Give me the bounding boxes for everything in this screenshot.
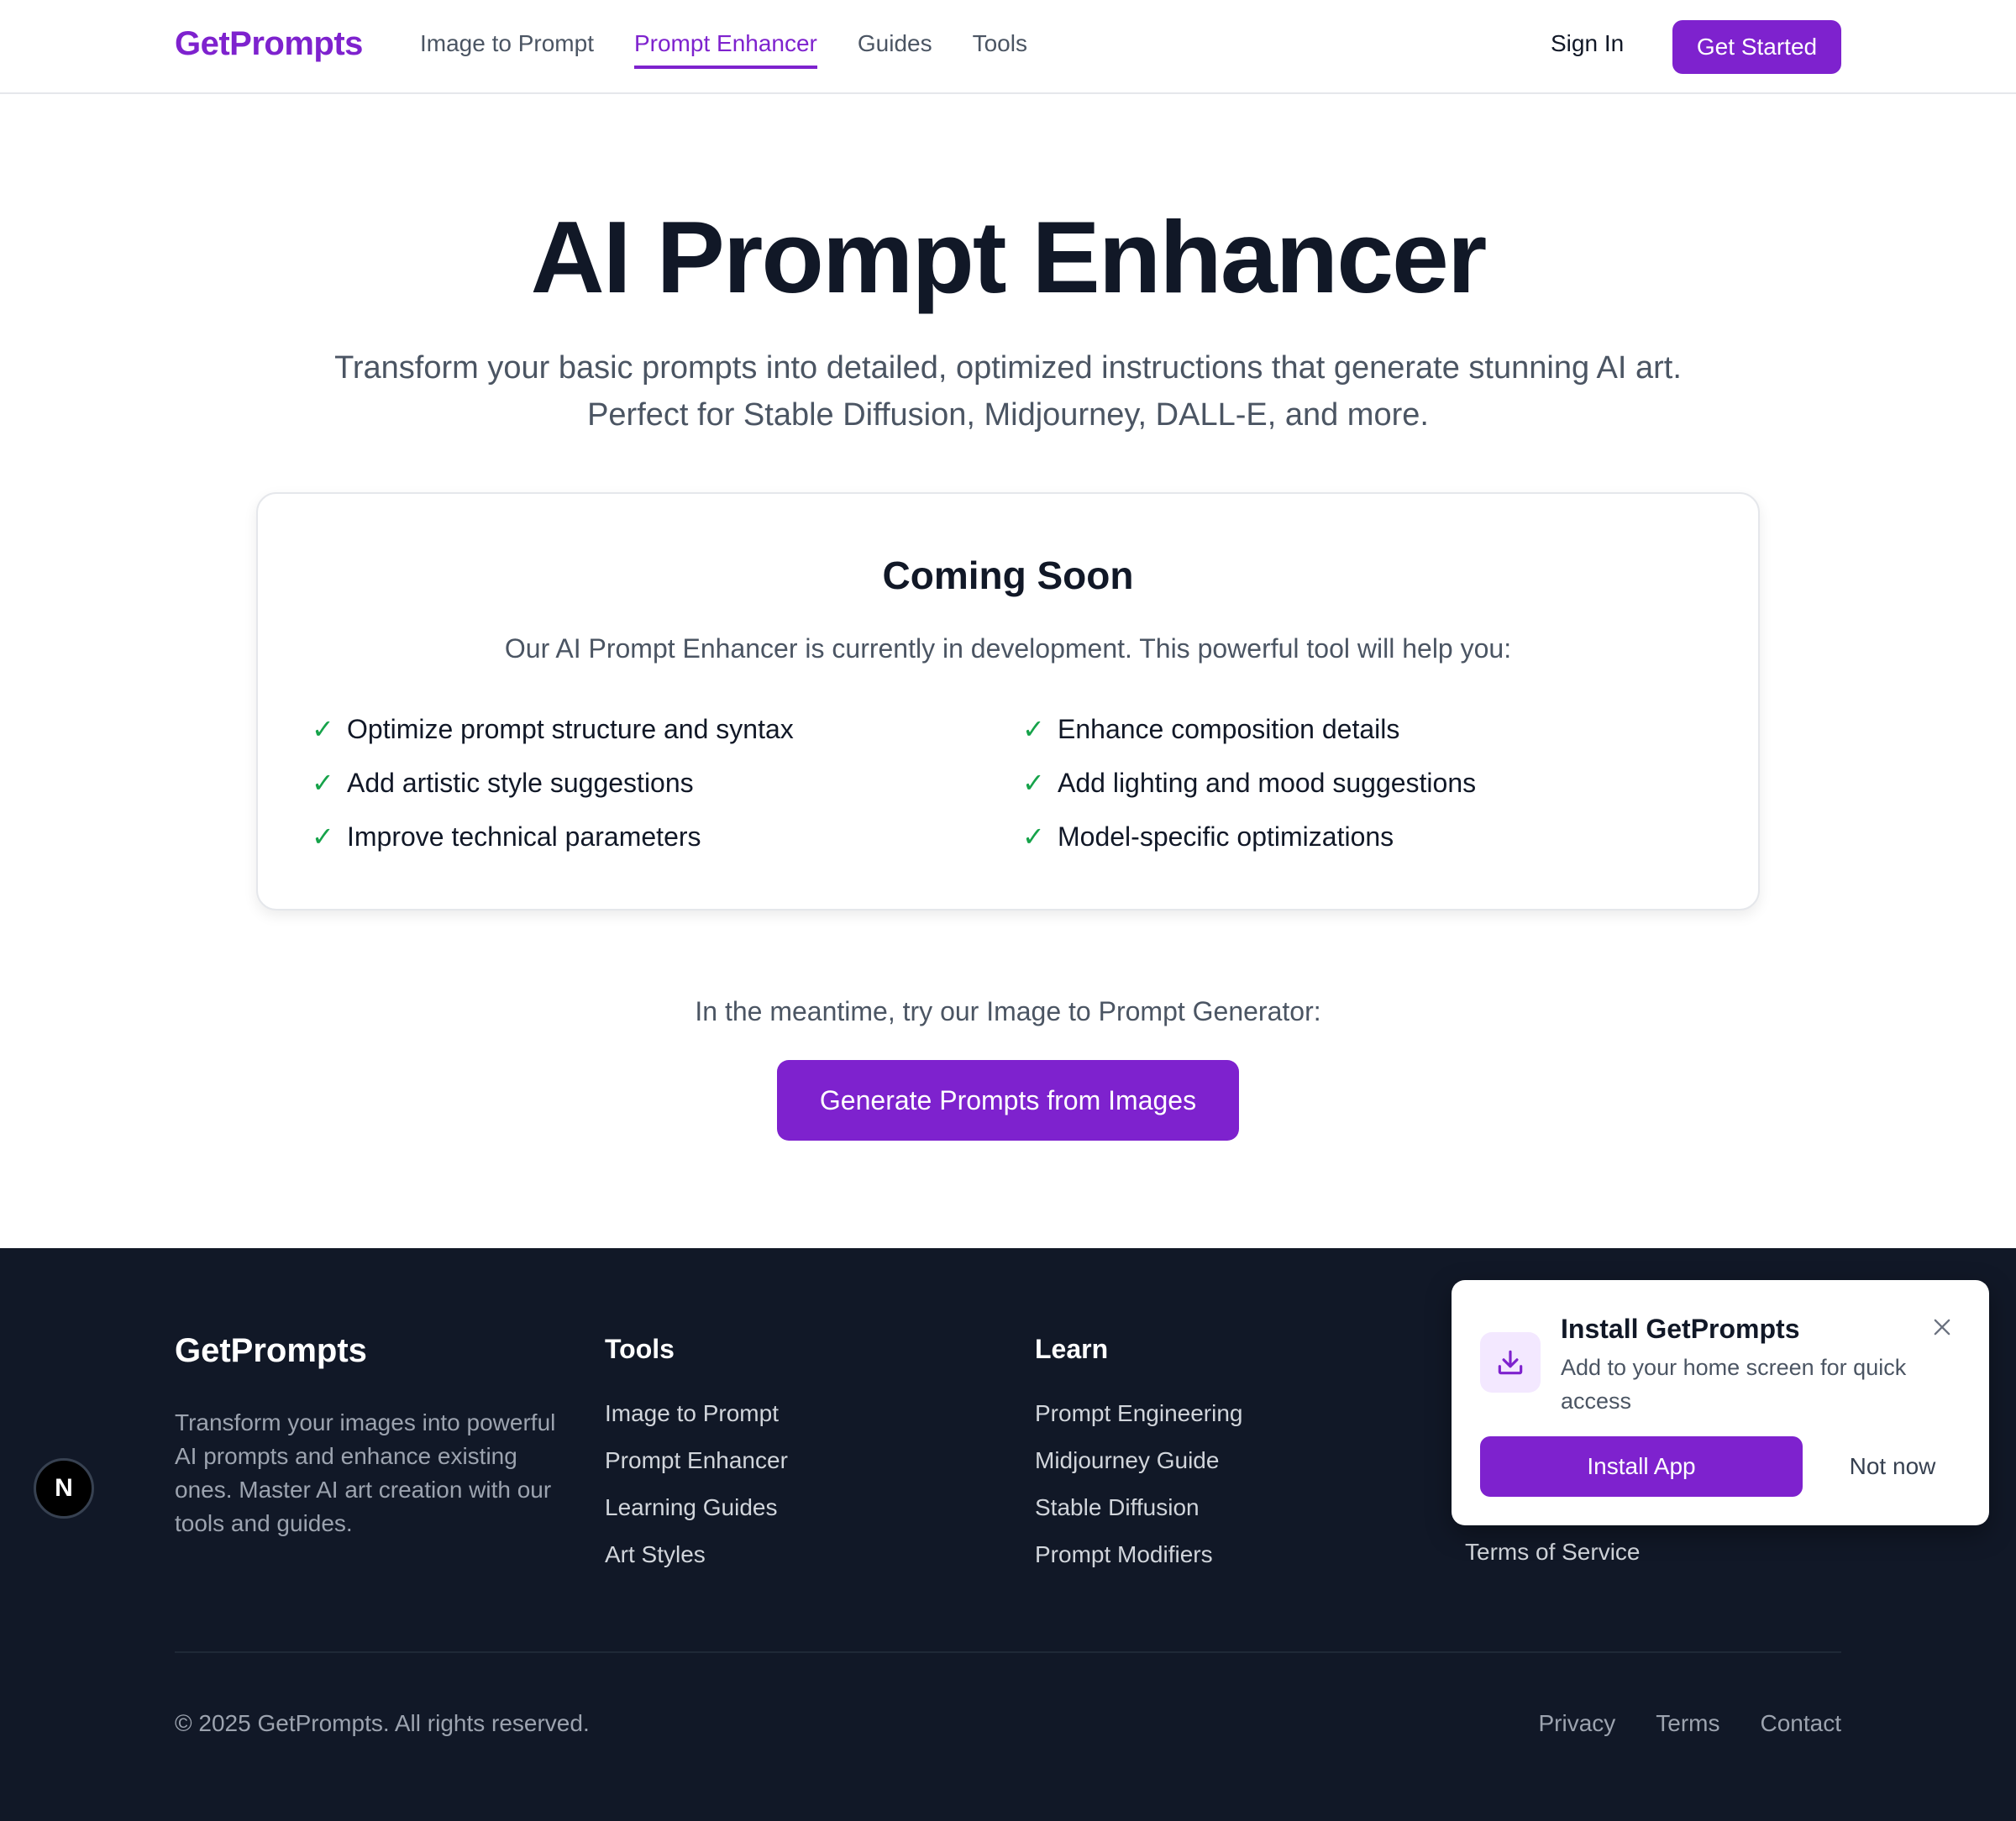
footer-brand: GetPrompts bbox=[175, 1332, 367, 1369]
copyright: © 2025 GetPrompts. All rights reserved. bbox=[175, 1710, 590, 1736]
footer-link-terms-of-service[interactable]: Terms of Service bbox=[1465, 1539, 1641, 1586]
nav-guides[interactable]: Guides bbox=[858, 30, 932, 69]
feature-item: ✓ Add lighting and mood suggestions bbox=[1022, 767, 1733, 799]
nav-tools[interactable]: Tools bbox=[973, 30, 1027, 69]
footer-link[interactable]: Prompt Modifiers bbox=[1035, 1541, 1242, 1588]
download-icon bbox=[1480, 1332, 1541, 1393]
subtitle-line-1: Transform your basic prompts into detail… bbox=[334, 350, 1682, 386]
check-icon: ✓ bbox=[312, 768, 334, 798]
footer-column-title: Tools bbox=[605, 1334, 675, 1364]
footer-link[interactable]: Midjourney Guide bbox=[1035, 1447, 1242, 1494]
brand-logo[interactable]: GetPrompts bbox=[175, 25, 363, 63]
footer-link[interactable]: Art Styles bbox=[605, 1541, 788, 1588]
install-popup: Install GetPrompts Add to your home scre… bbox=[1452, 1280, 1989, 1525]
check-icon: ✓ bbox=[1022, 768, 1045, 798]
check-icon: ✓ bbox=[1022, 821, 1045, 852]
generate-prompts-button[interactable]: Generate Prompts from Images bbox=[777, 1060, 1239, 1141]
feature-text: Improve technical parameters bbox=[347, 821, 701, 852]
terms-link[interactable]: Terms bbox=[1656, 1710, 1719, 1737]
footer-link[interactable]: Stable Diffusion bbox=[1035, 1494, 1242, 1541]
footer-link[interactable]: Prompt Engineering bbox=[1035, 1400, 1242, 1447]
get-started-button[interactable]: Get Started bbox=[1672, 20, 1841, 74]
nav-prompt-enhancer[interactable]: Prompt Enhancer bbox=[633, 30, 817, 69]
check-icon: ✓ bbox=[312, 821, 334, 852]
feature-text: Optimize prompt structure and syntax bbox=[347, 713, 794, 744]
footer-description: Transform your images into powerful AI p… bbox=[175, 1409, 556, 1536]
page-title: AI Prompt Enhancer bbox=[530, 200, 1488, 314]
feature-item: ✓ Enhance composition details bbox=[1022, 713, 1733, 745]
feature-text: Enhance composition details bbox=[1058, 713, 1400, 744]
feature-text: Add artistic style suggestions bbox=[347, 767, 694, 798]
feature-text: Add lighting and mood suggestions bbox=[1058, 767, 1477, 798]
nav-image-to-prompt[interactable]: Image to Prompt bbox=[420, 30, 594, 69]
footer-link[interactable]: Image to Prompt bbox=[605, 1400, 788, 1447]
feature-list: ✓ Optimize prompt structure and syntax ✓… bbox=[312, 713, 1733, 853]
footer-bottom-links: Privacy Terms Contact bbox=[1538, 1710, 1841, 1737]
install-app-button[interactable]: Install App bbox=[1480, 1436, 1803, 1497]
feature-item: ✓ Model-specific optimizations bbox=[1022, 821, 1733, 853]
coming-soon-card: Coming Soon Our AI Prompt Enhancer is cu… bbox=[256, 492, 1760, 910]
popup-title: Install GetPrompts bbox=[1561, 1314, 1800, 1344]
dev-tools-badge[interactable]: N bbox=[34, 1458, 94, 1519]
page-subtitle: Transform your basic prompts into detail… bbox=[168, 344, 1848, 438]
check-icon: ✓ bbox=[312, 714, 334, 744]
contact-link[interactable]: Contact bbox=[1761, 1710, 1842, 1737]
main-nav: Image to Prompt Prompt Enhancer Guides T… bbox=[420, 30, 1027, 69]
footer-column-learn: Learn Prompt Engineering Midjourney Guid… bbox=[1035, 1334, 1242, 1588]
card-description: Our AI Prompt Enhancer is currently in d… bbox=[504, 633, 1512, 664]
footer-link[interactable]: Prompt Enhancer bbox=[605, 1447, 788, 1494]
footer-link[interactable]: Learning Guides bbox=[605, 1494, 788, 1541]
privacy-link[interactable]: Privacy bbox=[1538, 1710, 1615, 1737]
check-icon: ✓ bbox=[1022, 714, 1045, 744]
close-icon[interactable] bbox=[1927, 1312, 1957, 1342]
feature-item: ✓ Improve technical parameters bbox=[312, 821, 1022, 853]
feature-item: ✓ Optimize prompt structure and syntax bbox=[312, 713, 1022, 745]
not-now-button[interactable]: Not now bbox=[1821, 1436, 1964, 1497]
footer-column-tools: Tools Image to Prompt Prompt Enhancer Le… bbox=[605, 1334, 788, 1588]
popup-text: Add to your home screen for quick access bbox=[1561, 1355, 1907, 1414]
footer-divider bbox=[175, 1651, 1841, 1653]
sign-in-link[interactable]: Sign In bbox=[1551, 30, 1624, 57]
cta-text: In the meantime, try our Image to Prompt… bbox=[695, 996, 1321, 1026]
subtitle-line-2: Perfect for Stable Diffusion, Midjourney… bbox=[587, 397, 1429, 433]
site-header: GetPrompts Image to Prompt Prompt Enhanc… bbox=[0, 0, 2016, 94]
card-title: Coming Soon bbox=[882, 554, 1134, 597]
feature-item: ✓ Add artistic style suggestions bbox=[312, 767, 1022, 799]
footer-column-title: Learn bbox=[1035, 1334, 1109, 1364]
feature-text: Model-specific optimizations bbox=[1058, 821, 1394, 852]
